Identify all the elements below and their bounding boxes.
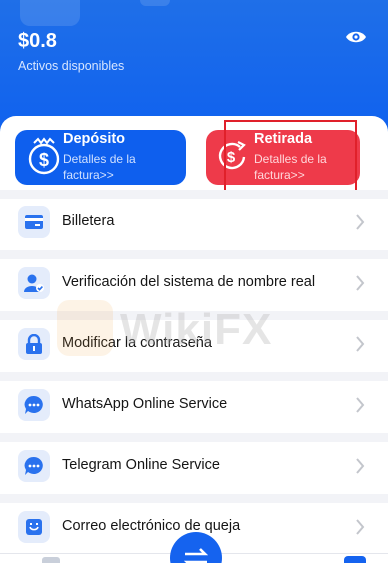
menu-label: Telegram Online Service [62, 457, 220, 473]
watermark-logo [20, 0, 170, 26]
chevron-right-icon [356, 214, 365, 230]
divider [0, 433, 388, 442]
lock-icon [18, 328, 50, 360]
chevron-right-icon [356, 275, 365, 291]
chevron-right-icon [356, 336, 365, 352]
divider [0, 494, 388, 503]
chat-icon [18, 389, 50, 421]
menu-label: Billetera [62, 213, 115, 229]
chevron-right-icon [356, 397, 365, 413]
nav-home-icon[interactable] [42, 557, 60, 563]
eye-icon[interactable] [345, 29, 367, 45]
balance-amount: $0.8 [18, 30, 57, 52]
deposit-title: Depósito [63, 131, 126, 147]
menu-item-telegram[interactable]: Telegram Online Service [0, 442, 388, 492]
divider [0, 372, 388, 381]
chevron-right-icon [356, 458, 365, 474]
menu-label: Verificación del sistema de nombre real [62, 274, 316, 290]
menu-label: Correo electrónico de queja [62, 518, 241, 534]
menu-item-verification[interactable]: Verificación del sistema de nombre real [0, 259, 388, 309]
chevron-right-icon [356, 519, 365, 535]
nav-profile-icon[interactable] [344, 556, 366, 563]
divider [0, 250, 388, 259]
exchange-icon [183, 548, 209, 563]
svg-text:$: $ [39, 150, 49, 170]
deposit-card[interactable]: $ Depósito Detalles de la factura>> [15, 130, 186, 185]
divider [0, 311, 388, 320]
menu-item-whatsapp[interactable]: WhatsApp Online Service [0, 381, 388, 431]
menu-item-password[interactable]: Modificar la contraseña [0, 320, 388, 370]
menu-label: Modificar la contraseña [62, 335, 212, 351]
menu-label: WhatsApp Online Service [62, 396, 228, 412]
chat-icon [18, 450, 50, 482]
deposit-subtitle: Detalles de la factura>> [63, 152, 136, 182]
user-verify-icon [18, 267, 50, 299]
balance-label: Activos disponibles [18, 59, 125, 73]
menu-item-wallet[interactable]: Billetera [0, 198, 388, 248]
highlight-box [224, 120, 357, 199]
dollar-coin-icon: $ [28, 137, 60, 175]
complaint-icon [18, 511, 50, 543]
wallet-icon [18, 206, 50, 238]
